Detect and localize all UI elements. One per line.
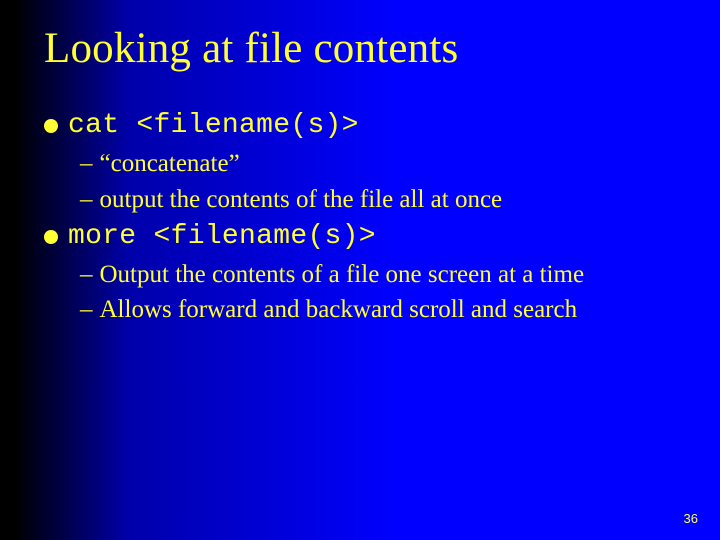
sub-bullet-text: Allows forward and backward scroll and s… [100,293,578,327]
sub-bullet-text: Output the contents of a file one screen… [100,258,585,292]
bullet-item-cat: cat <filename(s)> [44,108,690,143]
page-number: 36 [684,511,698,526]
bullet-icon [44,119,58,133]
slide-body: cat <filename(s)> – “concatenate” – outp… [44,108,690,329]
slide: Looking at file contents cat <filename(s… [0,0,720,540]
sub-bullet-text: “concatenate” [100,147,240,181]
bullet-item-more: more <filename(s)> [44,219,690,254]
bullet-icon [44,230,58,244]
dash-icon: – [80,258,93,292]
sub-bullet: – Output the contents of a file one scre… [80,258,640,292]
dash-icon: – [80,147,93,181]
slide-title: Looking at file contents [44,24,458,73]
command-label: more <filename(s)> [68,219,376,254]
sub-bullet: – “concatenate” [80,147,640,181]
dash-icon: – [80,183,93,217]
command-label: cat <filename(s)> [68,108,359,143]
sub-bullet: – output the contents of the file all at… [80,183,640,217]
sub-bullet: – Allows forward and backward scroll and… [80,293,640,327]
sub-bullet-text: output the contents of the file all at o… [100,183,503,217]
dash-icon: – [80,293,93,327]
